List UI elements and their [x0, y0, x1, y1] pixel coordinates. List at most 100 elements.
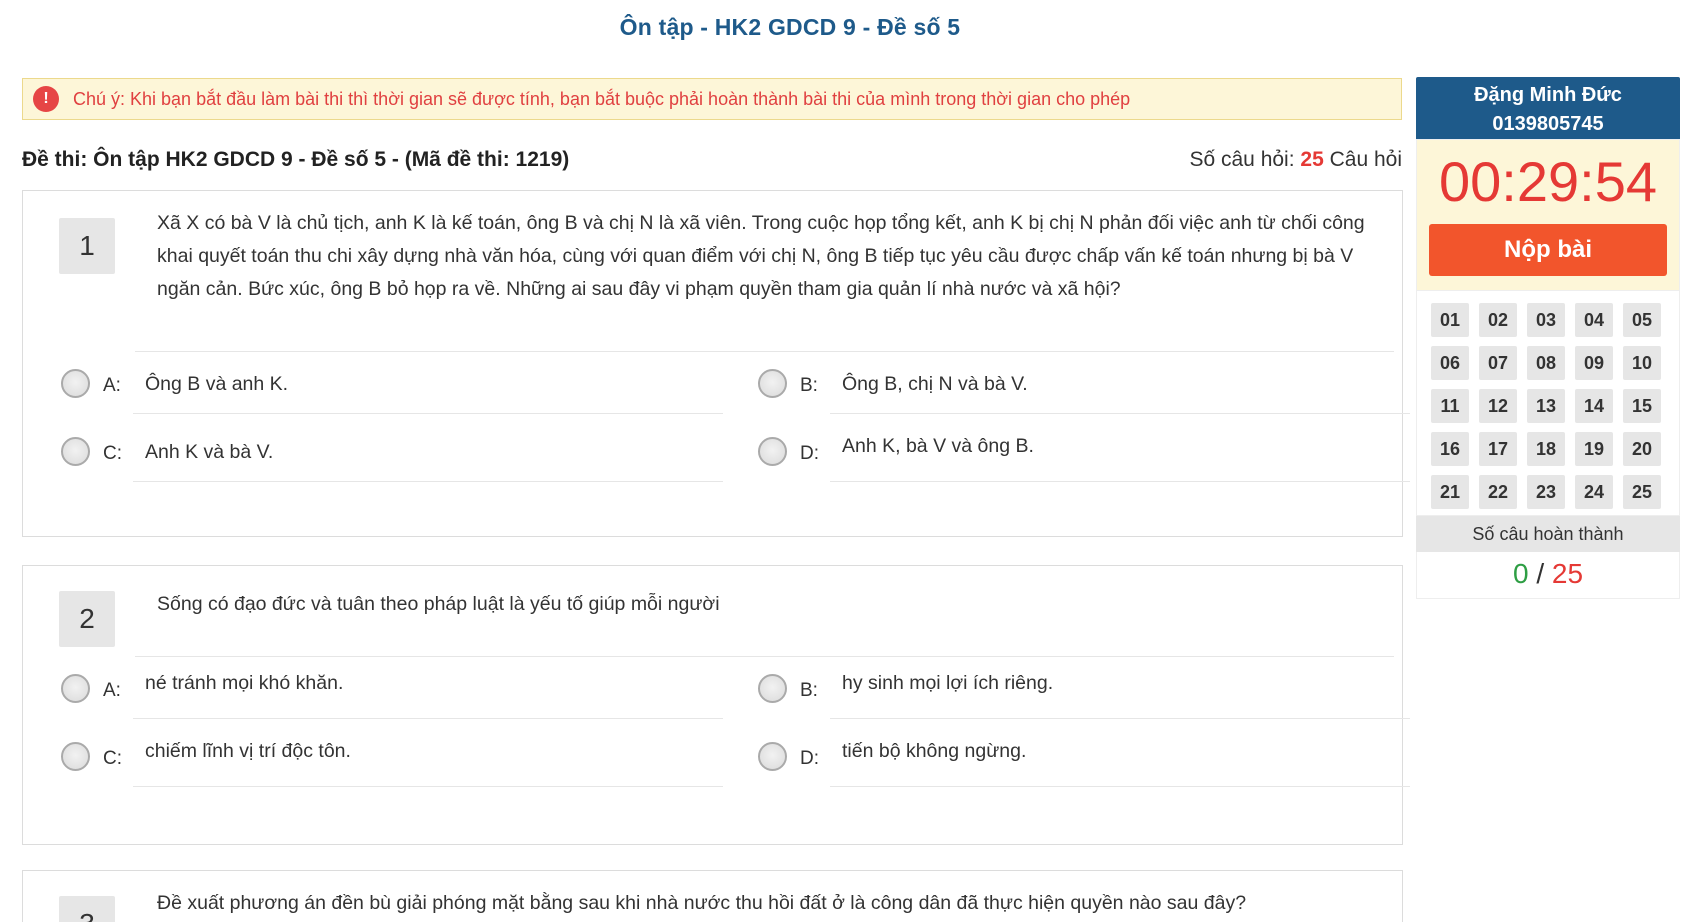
radio-button[interactable]: [61, 742, 90, 771]
option-text[interactable]: Anh K và bà V.: [145, 441, 273, 464]
submit-button[interactable]: Nộp bài: [1429, 224, 1667, 276]
question-nav-button[interactable]: 09: [1575, 346, 1613, 380]
question-nav-button[interactable]: 25: [1623, 475, 1661, 509]
option-text[interactable]: Ông B, chị N và bà V.: [842, 373, 1028, 396]
radio-button[interactable]: [61, 674, 90, 703]
option-text[interactable]: hy sinh mọi lợi ích riêng.: [842, 672, 1053, 695]
countdown-timer: 00:29:54: [1439, 150, 1657, 213]
question-card: 3 Đề xuất phương án đền bù giải phóng mặ…: [22, 870, 1403, 922]
question-nav-button[interactable]: 24: [1575, 475, 1613, 509]
option-b[interactable]: B: hy sinh mọi lợi ích riêng.: [758, 666, 1410, 734]
question-nav-button[interactable]: 14: [1575, 389, 1613, 423]
divider: [133, 481, 723, 482]
question-card: 2 Sống có đạo đức và tuân theo pháp luật…: [22, 565, 1410, 845]
question-count-number: 25: [1300, 148, 1324, 171]
question-count: Số câu hỏi: 25 Câu hỏi: [1189, 148, 1402, 172]
user-info: Đặng Minh Đức 0139805745: [1416, 77, 1680, 139]
question-text: Sống có đạo đức và tuân theo pháp luật l…: [157, 593, 720, 615]
completed-separator: /: [1536, 558, 1545, 589]
question-nav-button[interactable]: 16: [1431, 432, 1469, 466]
divider: [135, 351, 1394, 352]
radio-button[interactable]: [61, 369, 90, 398]
option-text[interactable]: tiến bộ không ngừng.: [842, 740, 1026, 763]
timer-panel: 00:29:54 Nộp bài: [1416, 139, 1680, 291]
exam-sidebar: Đặng Minh Đức 0139805745 00:29:54 Nộp bà…: [1416, 77, 1680, 599]
question-nav-button[interactable]: 21: [1431, 475, 1469, 509]
question-nav-button[interactable]: 20: [1623, 432, 1661, 466]
user-name: Đặng Minh Đức: [1474, 84, 1622, 106]
radio-button[interactable]: [758, 437, 787, 466]
question-number: 3: [59, 896, 115, 922]
user-id: 0139805745: [1492, 113, 1604, 135]
question-nav-button[interactable]: 03: [1527, 303, 1565, 337]
option-text[interactable]: Ông B và anh K.: [145, 373, 288, 396]
radio-button[interactable]: [758, 742, 787, 771]
divider: [133, 786, 723, 787]
option-text[interactable]: Anh K, bà V và ông B.: [842, 435, 1034, 458]
option-letter: C:: [103, 748, 122, 769]
divider: [135, 656, 1394, 657]
notice-banner: ! Chú ý: Khi bạn bắt đầu làm bài thi thì…: [22, 78, 1402, 120]
option-b[interactable]: B: Ông B, chị N và bà V.: [758, 361, 1410, 429]
question-nav-button[interactable]: 07: [1479, 346, 1517, 380]
question-number: 2: [59, 591, 115, 647]
question-text: Đề xuất phương án đền bù giải phóng mặt …: [157, 892, 1247, 914]
option-letter: B:: [800, 680, 818, 701]
question-nav-button[interactable]: 11: [1431, 389, 1469, 423]
question-text: Xã X có bà V là chủ tịch, anh K là kế to…: [157, 212, 1365, 300]
question-nav-button[interactable]: 23: [1527, 475, 1565, 509]
question-nav-button[interactable]: 05: [1623, 303, 1661, 337]
option-letter: D:: [800, 748, 819, 769]
option-letter: C:: [103, 443, 122, 464]
question-nav-button[interactable]: 22: [1479, 475, 1517, 509]
question-nav-button[interactable]: 06: [1431, 346, 1469, 380]
question-nav-button[interactable]: 17: [1479, 432, 1517, 466]
question-nav-button[interactable]: 08: [1527, 346, 1565, 380]
question-nav-button[interactable]: 04: [1575, 303, 1613, 337]
option-letter: B:: [800, 375, 818, 396]
total-number: 25: [1551, 558, 1584, 589]
completed-count: 0 / 25: [1416, 552, 1680, 599]
option-c[interactable]: C: chiếm lĩnh vị trí độc tôn.: [61, 734, 741, 802]
option-c[interactable]: C: Anh K và bà V.: [61, 429, 741, 497]
question-count-unit: Câu hỏi: [1329, 148, 1402, 171]
option-text[interactable]: chiếm lĩnh vị trí độc tôn.: [145, 740, 351, 763]
option-letter: A:: [103, 680, 121, 701]
option-d[interactable]: D: tiến bộ không ngừng.: [758, 734, 1410, 802]
divider: [830, 786, 1410, 787]
question-card: 1 Xã X có bà V là chủ tịch, anh K là kế …: [22, 190, 1410, 537]
question-grid: 01 02 03 04 05 06 07 08 09 10 11 12 13 14 15 16 17 18 19 20…: [1431, 303, 1679, 509]
option-a[interactable]: A: Ông B và anh K.: [61, 361, 741, 429]
completed-label: Số câu hoàn thành: [1416, 516, 1680, 552]
notice-text: Chú ý: Khi bạn bắt đầu làm bài thi thì t…: [73, 88, 1131, 109]
exam-title: Đề thi: Ôn tập HK2 GDCD 9 - Đề số 5 - (M…: [22, 148, 570, 171]
question-nav-button[interactable]: 10: [1623, 346, 1661, 380]
question-nav-button[interactable]: 13: [1527, 389, 1565, 423]
page-title: Ôn tập - HK2 GDCD 9 - Đề số 5: [619, 14, 961, 40]
option-d[interactable]: D: Anh K, bà V và ông B.: [758, 429, 1410, 497]
question-nav-button[interactable]: 12: [1479, 389, 1517, 423]
divider: [830, 481, 1410, 482]
option-letter: D:: [800, 443, 819, 464]
divider: [830, 413, 1410, 414]
divider: [133, 413, 723, 414]
radio-button[interactable]: [758, 369, 787, 398]
warning-icon: !: [33, 86, 59, 112]
option-letter: A:: [103, 375, 121, 396]
radio-button[interactable]: [61, 437, 90, 466]
question-nav-button[interactable]: 01: [1431, 303, 1469, 337]
radio-button[interactable]: [758, 674, 787, 703]
option-text[interactable]: né tránh mọi khó khăn.: [145, 672, 343, 695]
completed-number: 0: [1512, 558, 1529, 589]
question-nav-button[interactable]: 19: [1575, 432, 1613, 466]
exam-header: Đề thi: Ôn tập HK2 GDCD 9 - Đề số 5 - (M…: [22, 148, 1402, 172]
option-a[interactable]: A: né tránh mọi khó khăn.: [61, 666, 741, 734]
divider: [830, 718, 1410, 719]
question-navigator: 01 02 03 04 05 06 07 08 09 10 11 12 13 14 15 16 17 18 19 20…: [1416, 291, 1680, 516]
question-number: 1: [59, 218, 115, 274]
question-nav-button[interactable]: 02: [1479, 303, 1517, 337]
question-count-label: Số câu hỏi:: [1189, 148, 1295, 171]
question-nav-button[interactable]: 15: [1623, 389, 1661, 423]
question-nav-button[interactable]: 18: [1527, 432, 1565, 466]
divider: [133, 718, 723, 719]
